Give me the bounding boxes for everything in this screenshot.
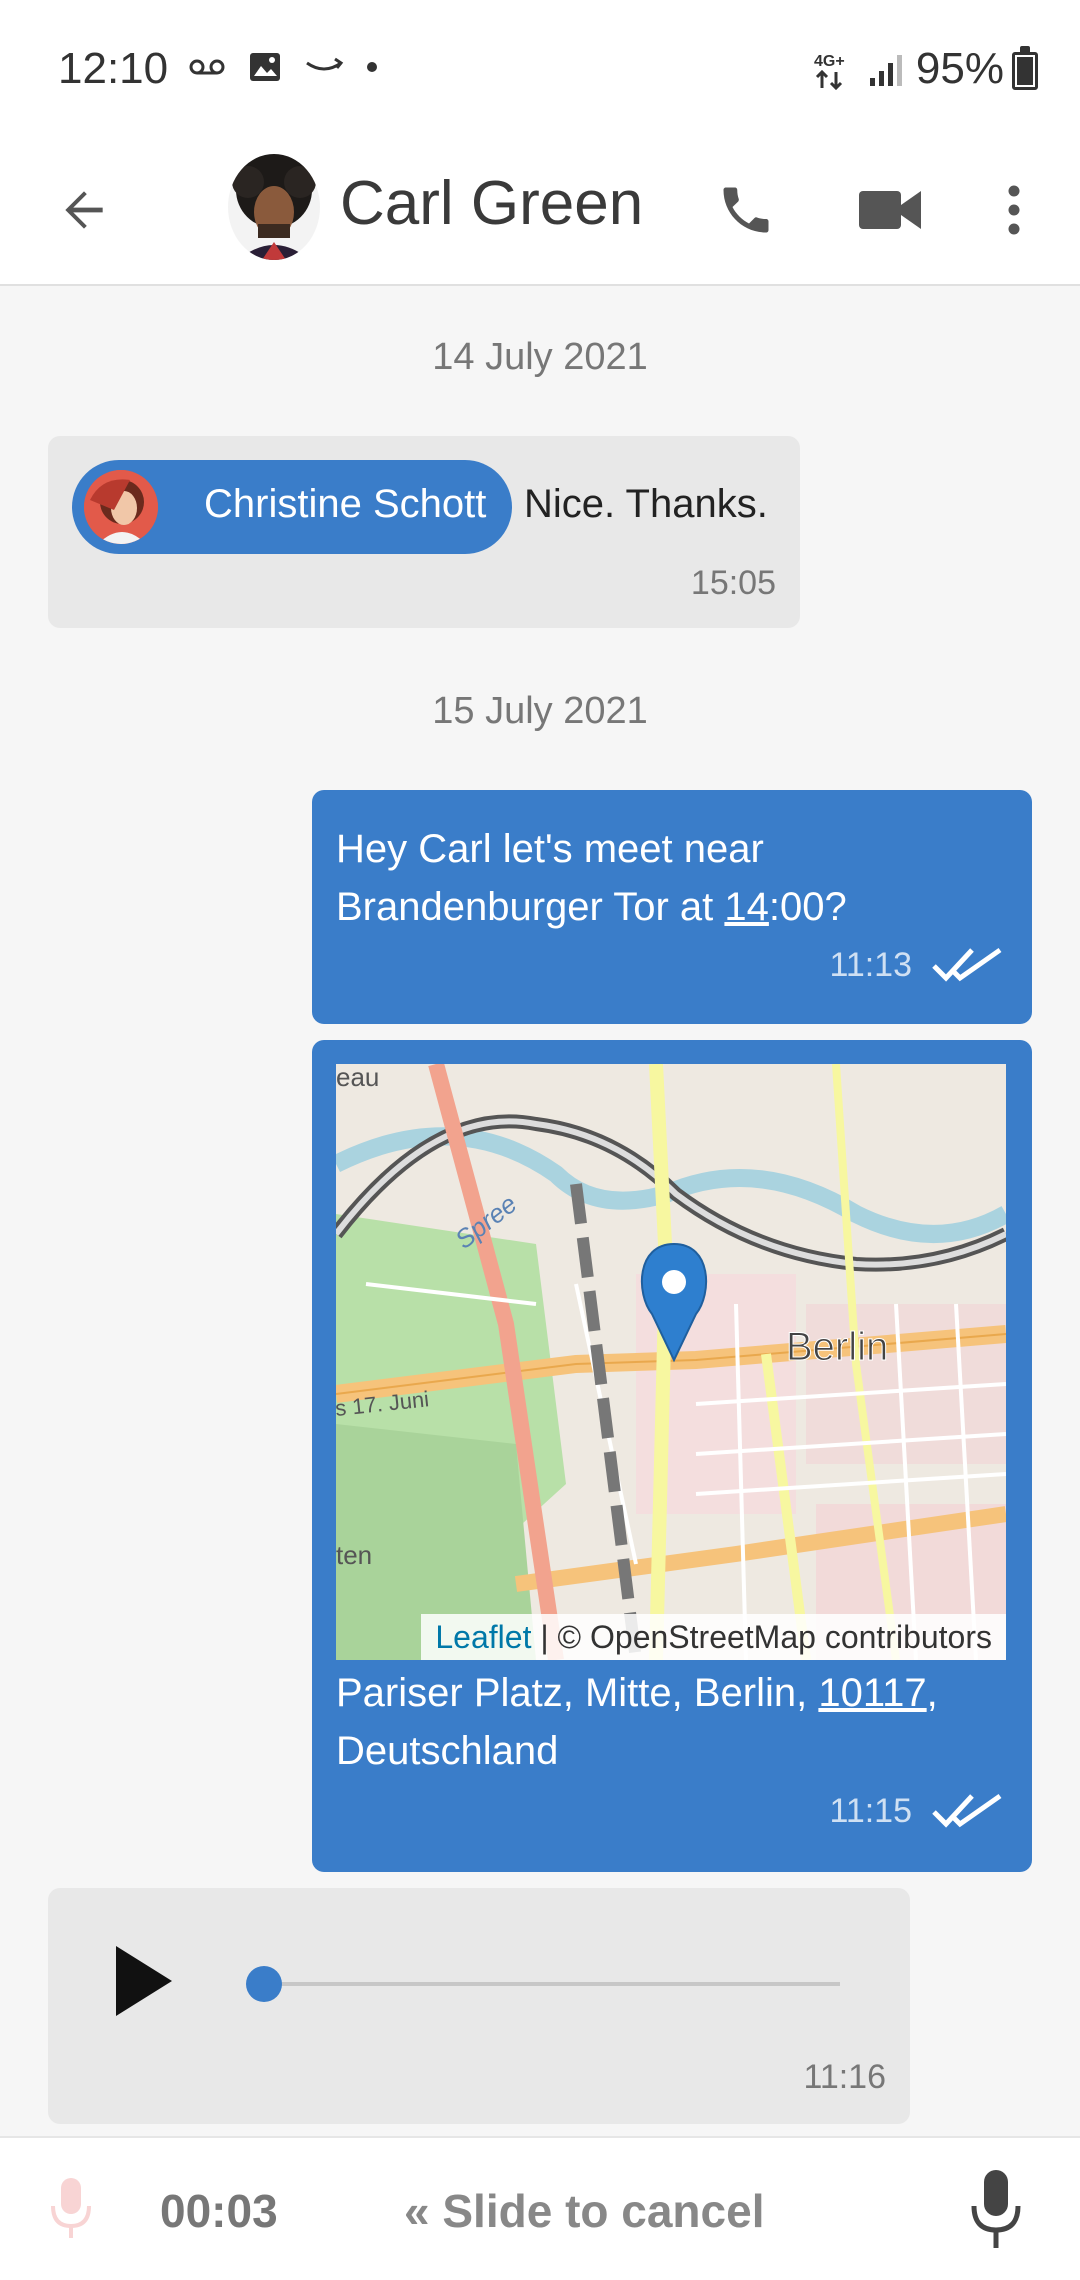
message-time: 11:15 xyxy=(829,1792,912,1830)
incoming-message-bubble[interactable]: Christine Schott Nice. Thanks. 15:05 xyxy=(48,436,800,628)
status-bar: 12:10 4G+ 95% xyxy=(0,0,1080,140)
voicemail-icon xyxy=(189,59,225,75)
phone-icon xyxy=(723,187,769,233)
read-receipt-icon xyxy=(932,947,1002,982)
audio-seek-handle[interactable] xyxy=(246,1966,282,2002)
address-part: Pariser Platz, Mitte, Berlin, xyxy=(336,1671,819,1715)
voice-message-bubble[interactable]: 11:16 xyxy=(48,1888,910,2124)
attribution-text: | © OpenStreetMap contributors xyxy=(531,1619,992,1655)
recording-mic-icon xyxy=(51,2178,91,2238)
date-separator: 14 July 2021 xyxy=(432,336,648,378)
chat-header: Carl Green xyxy=(0,140,1080,286)
network-4g-icon: 4G+ xyxy=(814,53,845,90)
message-time: 15:05 xyxy=(690,564,776,602)
contact-avatar[interactable] xyxy=(228,154,320,260)
message-text: Hey Carl let's meet near Brandenburger T… xyxy=(336,820,996,936)
outgoing-message-bubble[interactable]: Hey Carl let's meet near Brandenburger T… xyxy=(312,790,1032,1024)
notification-icons xyxy=(188,50,378,84)
recording-timer: 00:03 xyxy=(160,2185,278,2237)
message-text-part: :00? xyxy=(768,885,847,929)
mention-chip[interactable]: Christine Schott xyxy=(72,460,512,554)
location-address: Pariser Platz, Mitte, Berlin, 10117, Deu… xyxy=(336,1664,996,1780)
avatar-image xyxy=(228,154,320,260)
read-receipt-icon xyxy=(932,1793,1002,1828)
video-call-button[interactable] xyxy=(848,170,932,250)
location-map[interactable]: eau ten s 17. Juni Spree Berlin Leaflet … xyxy=(336,1064,1006,1660)
amazon-icon xyxy=(306,57,344,71)
signal-icon xyxy=(870,55,902,86)
back-button[interactable] xyxy=(44,170,124,250)
message-time: 11:13 xyxy=(829,946,912,984)
map-image: eau ten s 17. Juni Spree Berlin xyxy=(336,1064,1006,1660)
status-time: 12:10 xyxy=(58,44,169,93)
mention-name: Christine Schott xyxy=(204,482,487,526)
video-camera-icon xyxy=(859,191,921,229)
play-icon xyxy=(116,1946,172,2016)
leaflet-link[interactable]: Leaflet xyxy=(435,1619,531,1655)
more-vert-icon xyxy=(1008,185,1020,235)
mention-avatar xyxy=(84,470,158,544)
audio-progress-track[interactable] xyxy=(262,1982,840,1986)
message-text: Nice. Thanks. xyxy=(524,482,768,526)
map-label-edge2: ten xyxy=(336,1540,372,1570)
slide-to-cancel[interactable]: « Slide to cancel xyxy=(404,2184,764,2238)
time-link[interactable]: 14 xyxy=(724,885,769,929)
date-separator: 15 July 2021 xyxy=(432,690,648,732)
more-options-button[interactable] xyxy=(994,170,1034,250)
map-label-edge1: eau xyxy=(336,1064,379,1092)
arrow-back-icon xyxy=(65,191,103,229)
voice-recorder-bar: 00:03 « Slide to cancel xyxy=(0,2136,1080,2280)
location-message-bubble[interactable]: eau ten s 17. Juni Spree Berlin Leaflet … xyxy=(312,1040,1032,1872)
dot-icon xyxy=(367,62,377,72)
play-button[interactable] xyxy=(114,1944,194,2040)
contact-name[interactable]: Carl Green xyxy=(340,168,643,239)
battery-percent: 95% xyxy=(915,44,1004,93)
postcode-link[interactable]: 10117 xyxy=(818,1671,926,1715)
microphone-icon[interactable] xyxy=(966,2168,1026,2252)
message-time: 11:16 xyxy=(803,2058,886,2096)
battery-icon xyxy=(1012,46,1038,90)
avatar-image xyxy=(84,470,158,544)
map-attribution: Leaflet | © OpenStreetMap contributors xyxy=(421,1614,1006,1660)
voice-call-button[interactable] xyxy=(706,170,786,250)
map-label-city: Berlin xyxy=(786,1325,888,1369)
message-text-part: Hey Carl let's meet near Brandenburger T… xyxy=(336,827,764,929)
svg-text:4G+: 4G+ xyxy=(814,53,845,70)
image-icon xyxy=(250,53,280,81)
signal-icons: 4G+ xyxy=(814,50,904,90)
